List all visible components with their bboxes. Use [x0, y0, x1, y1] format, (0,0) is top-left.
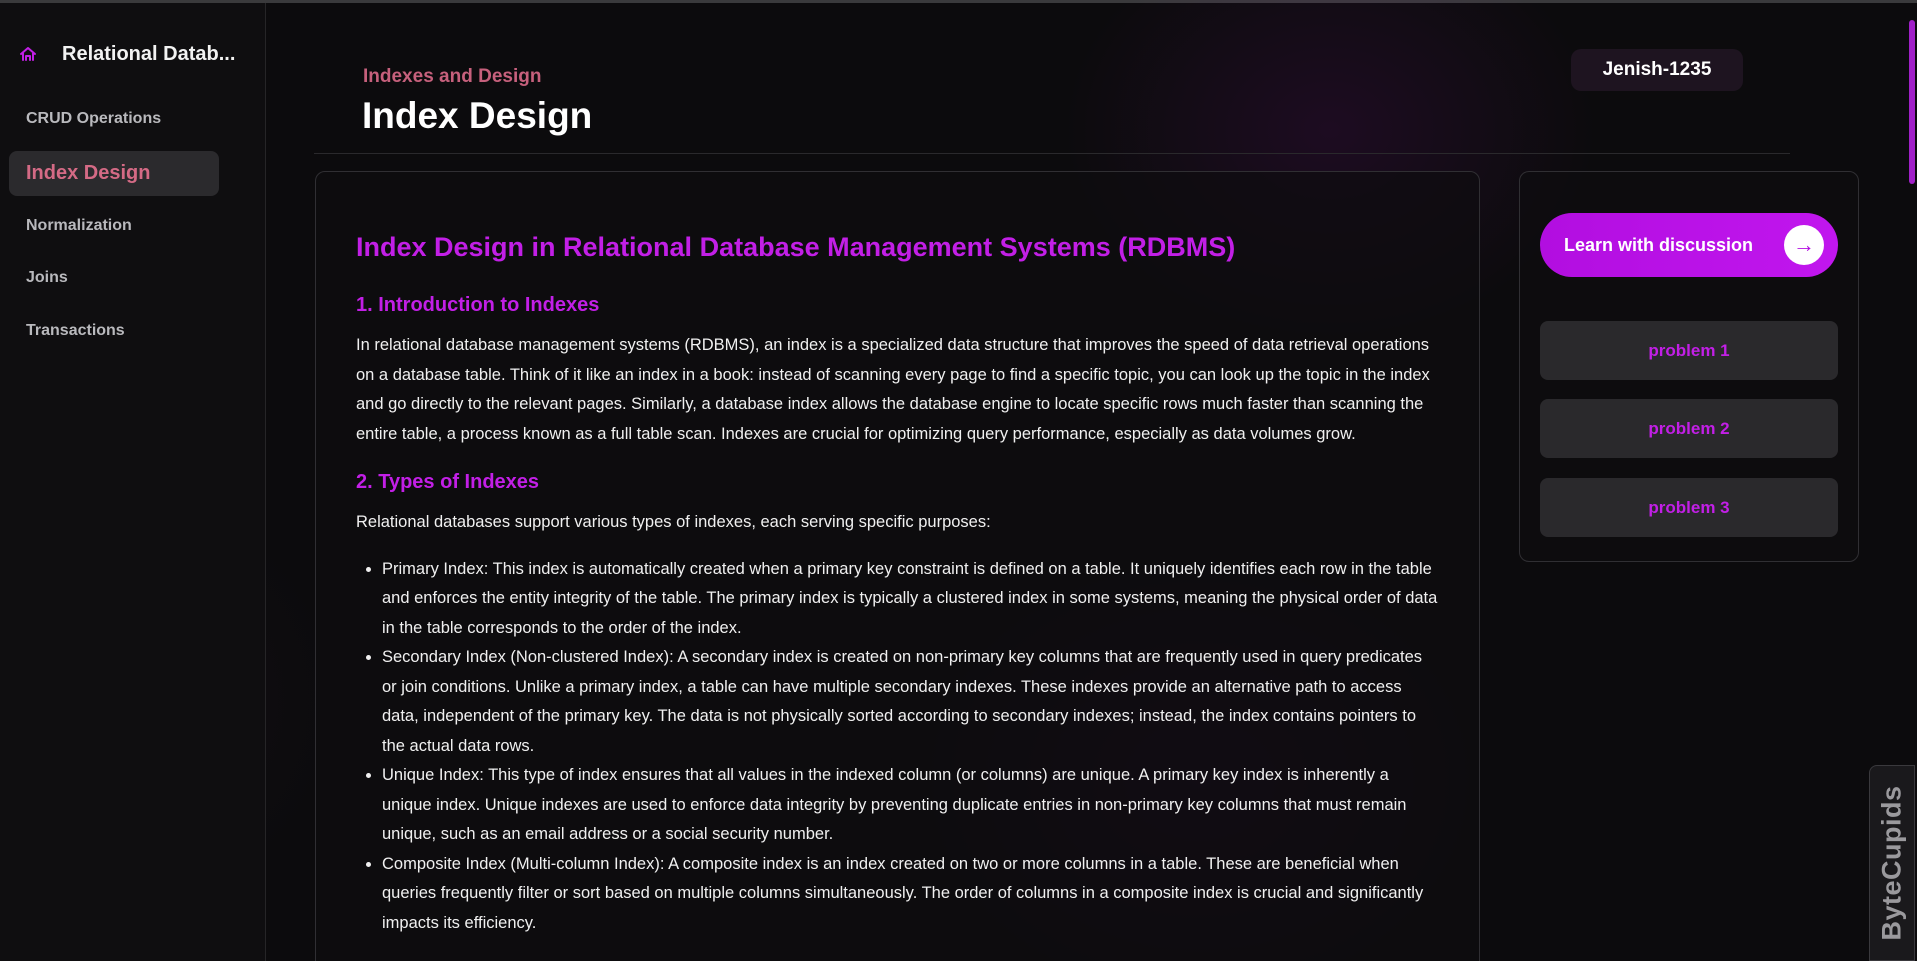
arrow-right-icon: →: [1784, 225, 1824, 265]
article-title: Index Design in Relational Database Mana…: [356, 232, 1236, 262]
sidebar-item-joins[interactable]: Joins: [26, 269, 68, 287]
problem-1-button[interactable]: problem 1: [1540, 321, 1838, 380]
list-item: Composite Index (Multi-column Index): A …: [382, 850, 1441, 939]
page-title: Index Design: [362, 95, 593, 136]
list-item: Unique Index: This type of index ensures…: [382, 761, 1441, 850]
app-title: Relational Datab...: [62, 42, 236, 65]
section-heading-introduction: 1. Introduction to Indexes: [356, 294, 600, 316]
bytecupids-label: ByteCupids: [1876, 785, 1907, 941]
header-divider: [314, 153, 1790, 154]
problem-2-button[interactable]: problem 2: [1540, 399, 1838, 458]
sidebar-item-label: Index Design: [26, 162, 151, 184]
breadcrumb[interactable]: Indexes and Design: [363, 66, 541, 88]
list-item: Primary Index: This index is automatical…: [382, 555, 1441, 644]
problem-3-button[interactable]: problem 3: [1540, 478, 1838, 537]
article-content: Index Design in Relational Database Mana…: [356, 232, 1441, 938]
window-top-border: [0, 0, 1917, 3]
home-icon: [20, 47, 36, 61]
user-badge[interactable]: Jenish-1235: [1571, 49, 1743, 91]
sidebar-item-transactions[interactable]: Transactions: [26, 322, 125, 340]
section-heading-types: 2. Types of Indexes: [356, 471, 540, 493]
sidebar-brand[interactable]: Relational Datab...: [18, 39, 258, 69]
scrollbar-thumb[interactable]: [1909, 20, 1915, 184]
list-item: Secondary Index (Non-clustered Index): A…: [382, 643, 1441, 761]
sidebar-item-normalization[interactable]: Normalization: [26, 217, 132, 235]
sidebar: Relational Datab... CRUD Operations Inde…: [0, 3, 266, 961]
bytecupids-tab[interactable]: ByteCupids: [1869, 765, 1915, 961]
learn-with-discussion-button[interactable]: Learn with discussion →: [1540, 213, 1838, 277]
section-body-introduction: In relational database management system…: [356, 336, 1430, 443]
index-types-list: Primary Index: This index is automatical…: [382, 555, 1441, 939]
learn-button-label: Learn with discussion: [1564, 234, 1754, 255]
sidebar-item-crud-operations[interactable]: CRUD Operations: [26, 110, 161, 128]
section-intro-types: Relational databases support various typ…: [356, 513, 991, 531]
sidebar-item-index-design[interactable]: Index Design: [9, 151, 219, 196]
